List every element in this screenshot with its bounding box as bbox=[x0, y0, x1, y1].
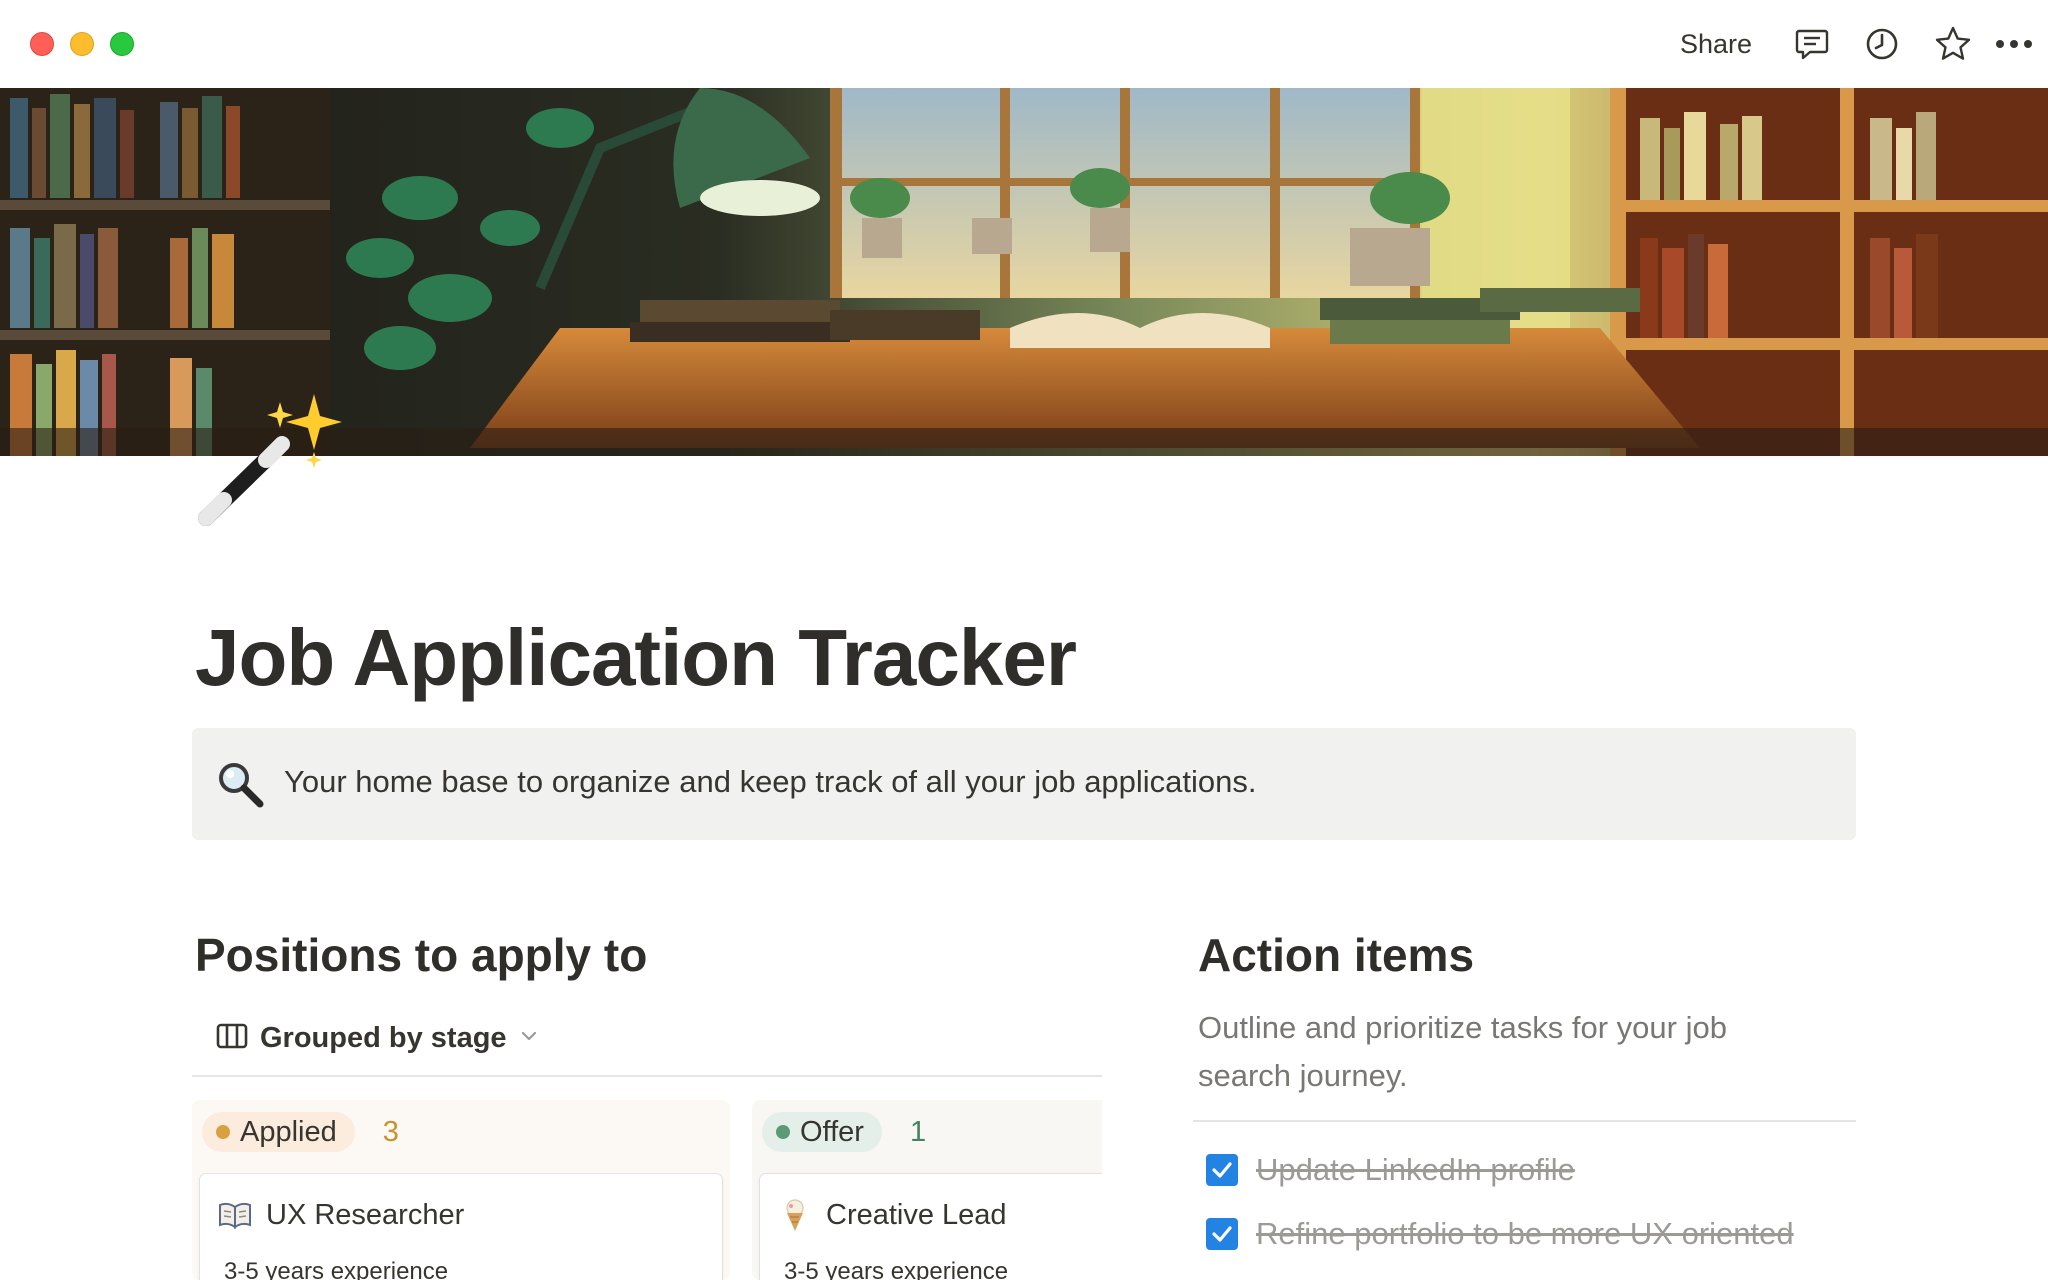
card-subtitle: 3-5 years experience bbox=[224, 1258, 449, 1280]
column-header[interactable]: Offer 1 bbox=[762, 1112, 926, 1152]
view-switcher[interactable]: Grouped by stage bbox=[216, 1018, 539, 1058]
window-minimize-button[interactable] bbox=[70, 32, 94, 56]
board-card[interactable]: UX Researcher 3-5 years experience bbox=[200, 1174, 722, 1280]
card-title: UX Researcher bbox=[266, 1198, 465, 1231]
status-label: Offer bbox=[800, 1115, 864, 1148]
divider bbox=[192, 1075, 1102, 1077]
todo-text[interactable]: Update LinkedIn profile bbox=[1256, 1152, 1575, 1188]
status-badge[interactable]: Offer bbox=[762, 1112, 882, 1152]
action-items-description[interactable]: Outline and prioritize tasks for your jo… bbox=[1198, 1004, 1818, 1100]
todo-text[interactable]: Refine portfolio to be more UX oriented bbox=[1256, 1216, 1794, 1252]
todo-item: Refine portfolio to be more UX oriented bbox=[1206, 1214, 1794, 1254]
comment-icon[interactable] bbox=[1792, 24, 1832, 64]
share-button[interactable]: Share bbox=[1672, 24, 1760, 64]
checkbox-checked[interactable] bbox=[1206, 1218, 1238, 1250]
callout-block[interactable]: Your home base to organize and keep trac… bbox=[192, 728, 1856, 840]
todo-item: Update LinkedIn profile bbox=[1206, 1150, 1575, 1190]
card-title: Creative Lead bbox=[826, 1198, 1007, 1231]
board-column-offer: Offer 1 Creative Lead 3-5 years experien… bbox=[752, 1100, 1102, 1280]
book-icon bbox=[218, 1198, 252, 1232]
status-dot bbox=[216, 1125, 230, 1139]
column-header[interactable]: Applied 3 bbox=[202, 1112, 399, 1152]
window-maximize-button[interactable] bbox=[110, 32, 134, 56]
positions-heading[interactable]: Positions to apply to bbox=[195, 928, 647, 982]
status-label: Applied bbox=[240, 1115, 337, 1148]
board-card[interactable]: Creative Lead 3-5 years experience bbox=[760, 1174, 1102, 1280]
chevron-down-icon bbox=[519, 1029, 539, 1048]
more-icon[interactable] bbox=[1994, 24, 2034, 64]
status-dot bbox=[776, 1125, 790, 1139]
column-count: 1 bbox=[909, 1115, 927, 1148]
clock-icon[interactable] bbox=[1862, 24, 1902, 64]
column-count: 3 bbox=[382, 1115, 399, 1148]
callout-text: Your home base to organize and keep trac… bbox=[284, 764, 1257, 799]
action-items-heading[interactable]: Action items bbox=[1198, 928, 1474, 982]
view-label: Grouped by stage bbox=[260, 1021, 507, 1054]
star-icon[interactable] bbox=[1933, 24, 1973, 64]
ice-cream-icon bbox=[778, 1198, 812, 1232]
board-column-applied: Applied 3 UX Researcher 3-5 years experi… bbox=[192, 1100, 730, 1280]
checkbox-checked[interactable] bbox=[1206, 1154, 1238, 1186]
divider bbox=[1193, 1120, 1856, 1122]
magnifying-glass-icon bbox=[216, 760, 266, 810]
magic-wand-icon[interactable] bbox=[196, 388, 356, 528]
window-close-button[interactable] bbox=[30, 32, 54, 56]
status-badge[interactable]: Applied bbox=[202, 1112, 355, 1152]
card-subtitle: 3-5 years experience bbox=[784, 1258, 1009, 1280]
top-bar: Share bbox=[0, 0, 2048, 88]
page-title[interactable]: Job Application Tracker bbox=[195, 612, 1077, 704]
board-icon bbox=[216, 1022, 248, 1055]
